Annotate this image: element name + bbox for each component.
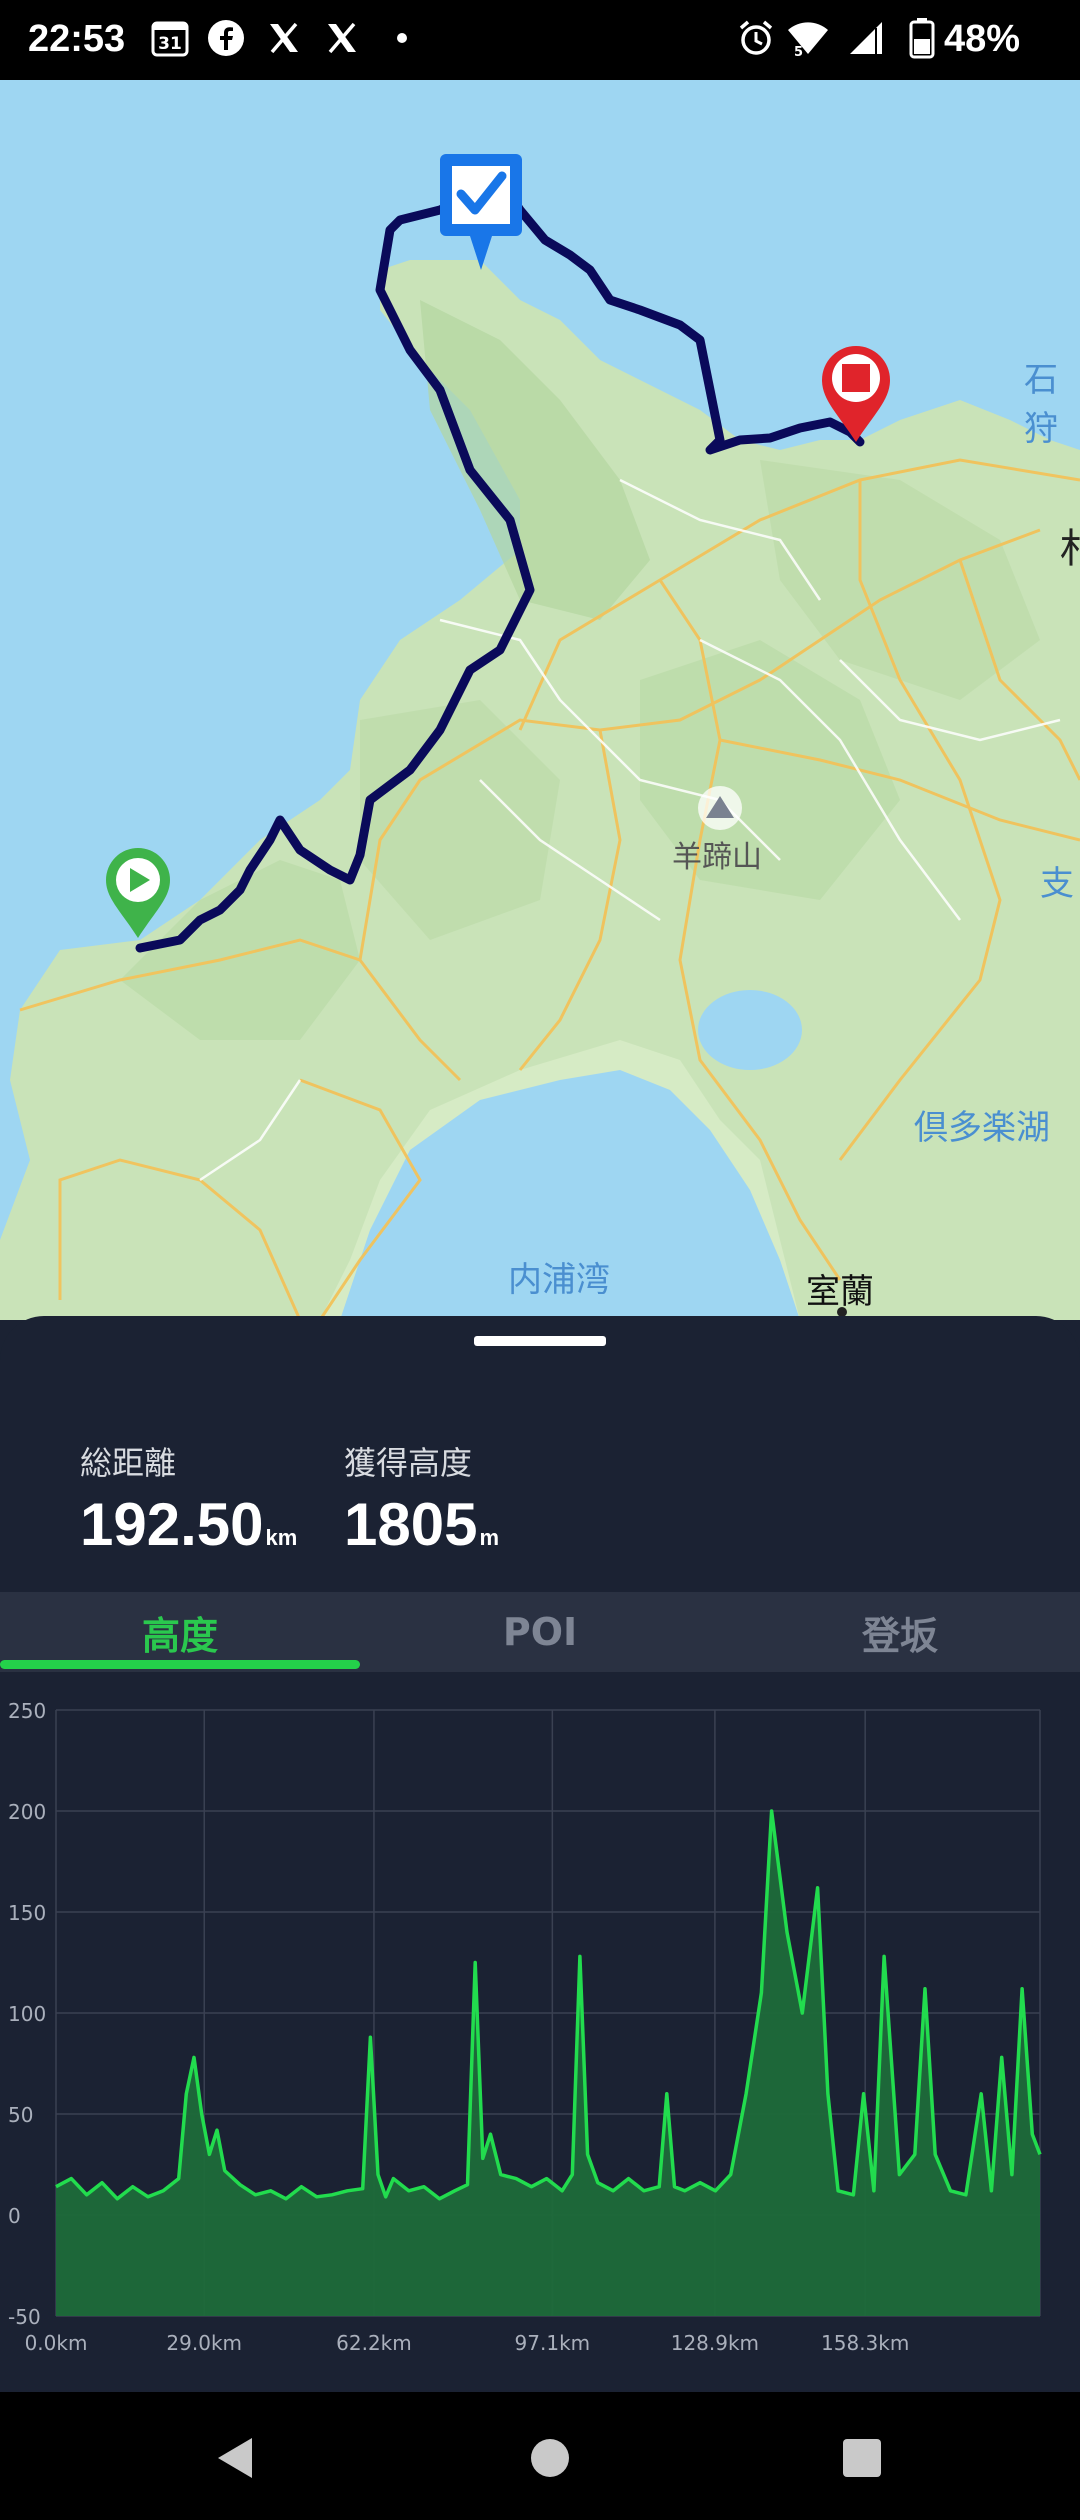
signal-icon xyxy=(844,16,888,60)
map-label-uchiura: 内浦湾 xyxy=(508,1260,610,1300)
x-icon xyxy=(262,16,306,60)
drag-handle[interactable] xyxy=(474,1336,606,1346)
navigation-bar xyxy=(0,2392,1080,2520)
battery-icon xyxy=(900,16,944,60)
distance-unit: km xyxy=(265,1525,298,1550)
map-label-sa: 札 xyxy=(1060,516,1080,574)
x-tick-label: 128.9km xyxy=(671,2331,759,2355)
x-tick-label: 97.1km xyxy=(515,2331,591,2355)
y-tick-label: 0 xyxy=(8,2204,21,2228)
map-label-kuttara: 倶多楽湖 xyxy=(914,1108,1050,1148)
facebook-icon xyxy=(204,16,248,60)
calendar-icon: 31 xyxy=(148,16,192,60)
y-tick-label: 200 xyxy=(8,1800,46,1824)
y-tick-label: 150 xyxy=(8,1901,46,1925)
status-time: 22:53 xyxy=(28,18,126,60)
elevation-chart[interactable]: 250 200 150 100 50 0 -50 0.0km 29.0km 62.2km 97.1… xyxy=(0,1680,1080,2360)
dot-icon xyxy=(380,16,424,60)
elevation-label: 獲得高度 xyxy=(344,1444,473,1482)
y-tick-label: 100 xyxy=(8,2002,46,2026)
alarm-icon xyxy=(734,16,778,60)
mountain-icon xyxy=(698,786,742,830)
calendar-day: 31 xyxy=(158,34,182,54)
back-icon[interactable] xyxy=(202,2426,266,2490)
chart-y-ticks: 250 200 150 100 50 0 -50 xyxy=(8,1699,46,2329)
x-tick-label: 29.0km xyxy=(166,2331,242,2355)
status-bar: 22:53 31 5 48% xyxy=(0,0,1080,80)
y-tick-label: 250 xyxy=(8,1699,46,1723)
recents-icon[interactable] xyxy=(830,2426,894,2490)
map-label-shi: 支 xyxy=(1040,864,1074,904)
x-icon xyxy=(320,16,364,60)
x-tick-label: 158.3km xyxy=(821,2331,909,2355)
x-tick-label: 62.2km xyxy=(336,2331,412,2355)
map-label-yotei: 羊蹄山 xyxy=(672,840,762,875)
map-view[interactable]: 石狩 札 支 羊蹄山 倶多楽湖 内浦湾 室蘭 xyxy=(0,80,1080,1320)
distance-value: 192.50km xyxy=(80,1490,297,1559)
home-icon[interactable] xyxy=(518,2426,582,2490)
tab-indicator xyxy=(0,1660,360,1669)
svg-text:5: 5 xyxy=(794,45,803,58)
elevation-value: 1805m xyxy=(344,1490,499,1559)
y-tick-label: 50 xyxy=(8,2103,33,2127)
tab-climb[interactable]: 登坂 xyxy=(720,1592,1080,1672)
chart-x-ticks: 0.0km 29.0km 62.2km 97.1km 128.9km 158.3km xyxy=(25,2331,910,2355)
y-tick-label: -50 xyxy=(8,2305,41,2329)
distance-number: 192.50 xyxy=(80,1491,264,1558)
distance-label: 総距離 xyxy=(80,1444,177,1482)
x-tick-label: 0.0km xyxy=(25,2331,88,2355)
elevation-number: 1805 xyxy=(344,1491,478,1558)
battery-percent: 48% xyxy=(944,18,1021,60)
map-label-ishikari: 石狩 xyxy=(1024,360,1058,449)
map-label-muroran: 室蘭 xyxy=(806,1272,874,1312)
tab-poi[interactable]: POI xyxy=(360,1592,720,1672)
wifi-icon: 5 xyxy=(786,16,830,60)
elevation-unit: m xyxy=(479,1525,500,1550)
